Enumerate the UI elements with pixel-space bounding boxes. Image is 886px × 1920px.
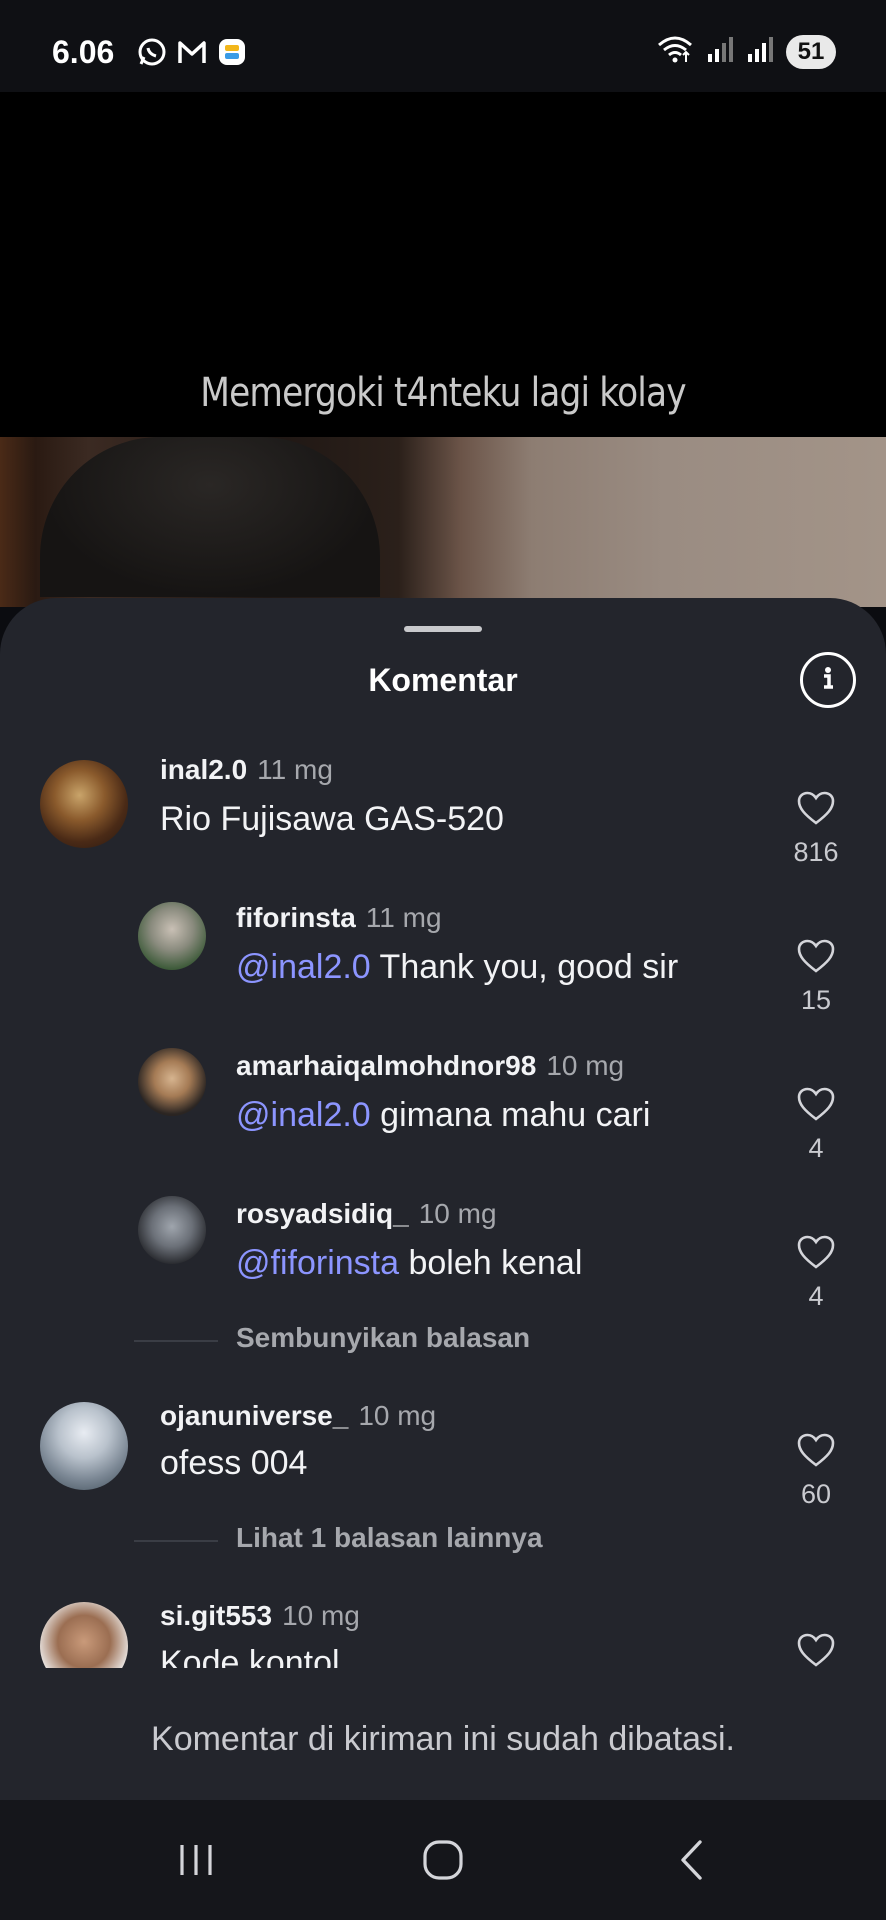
comment-username[interactable]: amarhaiqalmohdnor98 10 mg [236,1050,624,1082]
avatar[interactable] [40,760,128,848]
comment-time: 10 mg [282,1600,360,1631]
status-time: 6.06 [52,34,115,70]
gmail-icon [176,36,208,68]
comment-text: ofess 004 [160,1444,308,1482]
info-button[interactable] [800,652,856,708]
comment-list[interactable]: inal2.0 11 mg Rio Fujisawa GAS-520 816 fi… [0,728,886,1311]
video-caption: Memergoki t4nteku lagi kolay [200,370,686,416]
like-button[interactable]: 60 [786,1432,846,1510]
comment-username[interactable]: fiforinsta 11 mg [236,902,442,934]
comments-sheet: Komentar inal2.0 11 mg Rio Fujisawa GAS-5… [0,598,886,1800]
mention-link[interactable]: @fiforinsta [236,1244,399,1282]
like-count: 816 [793,837,839,867]
heart-icon [797,1633,835,1667]
comment-time: 10 mg [418,1198,497,1229]
more-replies-button[interactable]: Lihat 1 balasan lainnya [236,1522,543,1554]
comment-text: Rio Fujisawa GAS-520 [160,800,504,838]
comment-item: ojanuniverse_ 10 mg ofess 004 60 [0,1376,886,1536]
sheet-title: Komentar [368,662,518,698]
like-count: 4 [808,1281,824,1311]
comment-time: 10 mg [546,1050,625,1081]
system-icons: 51 [656,34,836,69]
back-button[interactable] [662,1830,722,1890]
thread-line [134,1340,218,1342]
thread-line [134,1540,218,1542]
comment-item: inal2.0 11 mg Rio Fujisawa GAS-520 816 [0,728,886,868]
hide-replies-button[interactable]: Sembunyikan balasan [236,1322,530,1354]
comment-text: @inal2.0 gimana mahu cari [236,1096,651,1134]
like-button[interactable] [786,1632,846,1668]
comment-username[interactable]: rosyadsidiq_ 10 mg [236,1198,497,1230]
reply-item: amarhaiqalmohdnor98 10 mg @inal2.0 gimana… [0,1024,886,1164]
signal-icon [706,34,734,69]
avatar[interactable] [40,1402,128,1490]
info-icon [813,663,843,698]
comment-username[interactable]: ojanuniverse_ 10 mg [160,1400,436,1432]
reply-item: rosyadsidiq_ 10 mg @fiforinsta boleh kena… [0,1172,886,1311]
comment-username[interactable]: inal2.0 11 mg [160,754,333,786]
back-icon [681,1840,702,1880]
battery-indicator: 51 [786,34,836,69]
recent-apps-icon [180,1845,212,1875]
recent-apps-button[interactable] [166,1830,226,1890]
heart-icon [797,1087,835,1121]
comment-item: si.git553 10 mg Kode kontol [0,1576,886,1668]
home-button[interactable] [413,1830,473,1890]
reply-item: fiforinsta 11 mg @inal2.0 Thank you, good… [0,876,886,1016]
heart-icon [797,1235,835,1269]
heart-icon [797,939,835,973]
home-icon [423,1840,463,1880]
mention-link[interactable]: @inal2.0 [236,1096,371,1134]
like-button[interactable]: 15 [786,938,846,1016]
avatar[interactable] [138,1048,206,1116]
like-button[interactable]: 4 [786,1086,846,1164]
video-subject [40,437,380,597]
whatsapp-icon [136,36,168,68]
video-player[interactable]: Memergoki t4nteku lagi kolay [0,92,886,607]
like-button[interactable]: 816 [786,790,846,868]
comments-restricted-notice: Komentar di kiriman ini sudah dibatasi. [151,1720,735,1758]
comment-text: @inal2.0 Thank you, good sir [236,948,679,986]
status-bar: 6.06 51 [0,0,886,92]
wifi-icon [656,34,694,69]
avatar[interactable] [138,1196,206,1264]
avatar[interactable] [138,902,206,970]
mention-link[interactable]: @inal2.0 [236,948,371,986]
drag-handle[interactable] [404,626,482,632]
notification-icons [136,36,248,68]
comment-text: @fiforinsta boleh kenal [236,1244,583,1282]
avatar[interactable] [40,1602,128,1668]
comment-text: Kode kontol [160,1644,340,1668]
heart-icon [797,791,835,825]
navigation-bar [0,1800,886,1920]
like-count: 15 [800,985,832,1015]
like-button[interactable]: 4 [786,1234,846,1312]
comment-time: 10 mg [358,1400,437,1431]
like-count: 4 [808,1133,824,1163]
app-icon [216,36,248,68]
signal-icon [746,34,774,69]
comment-username[interactable]: si.git553 10 mg [160,1600,360,1632]
like-count: 60 [800,1479,832,1509]
comment-time: 11 mg [365,902,442,933]
heart-icon [797,1433,835,1467]
comment-time: 11 mg [257,754,333,785]
